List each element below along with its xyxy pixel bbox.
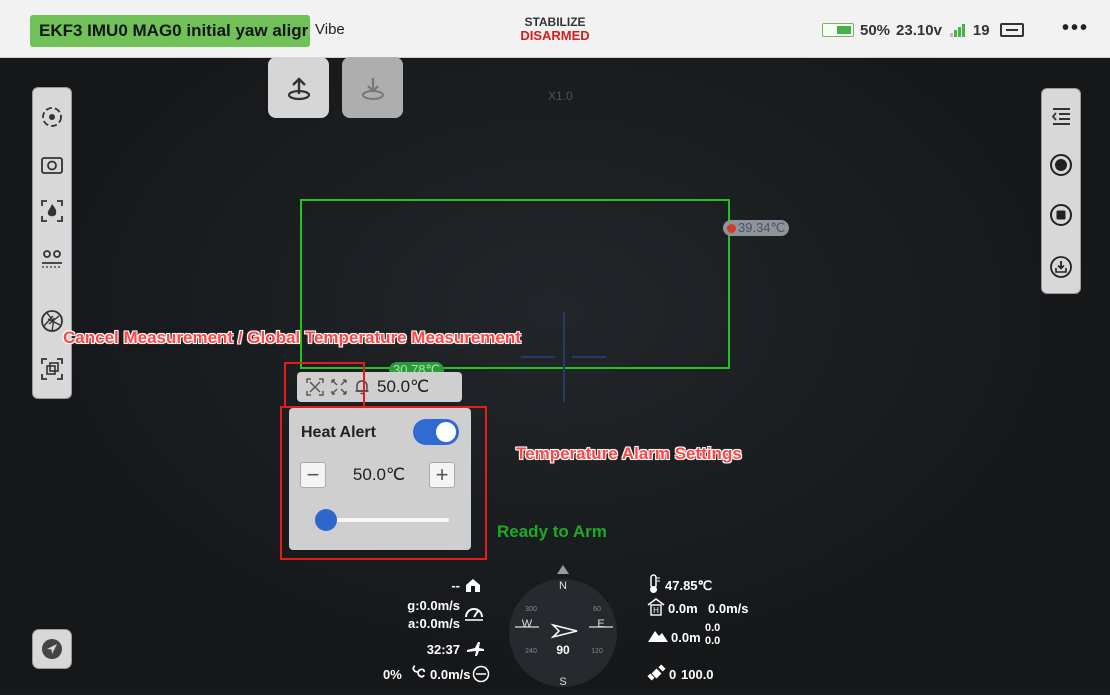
switch-camera-button[interactable] [37, 150, 67, 180]
ekf-alert-banner[interactable]: EKF3 IMU0 MAG0 initial yaw aligr [30, 15, 310, 47]
temperature-readout: 47.85℃ [665, 578, 713, 593]
altitude-bottom: 0.0 [705, 635, 721, 647]
mountain-icon [648, 631, 668, 642]
gps-sats-readout: 0 [669, 667, 677, 682]
stop-square-icon [1050, 204, 1072, 226]
compass-tick-300: 300 [525, 606, 537, 613]
takeoff-button[interactable] [268, 57, 329, 118]
compass-n: N [559, 580, 567, 592]
camera-switch-icon [41, 157, 63, 174]
navigation-arrow-icon [42, 639, 62, 659]
annotation-cancel-measurement: Cancel Measurement / Global Temperature … [63, 328, 521, 347]
ground-speed: g:0.0m/s [407, 598, 460, 613]
aperture-icon [41, 310, 63, 332]
fan-icon [412, 665, 426, 678]
height-icon: H [647, 598, 665, 616]
compass-tick-60: 60 [593, 606, 601, 613]
location-points-icon [42, 250, 62, 268]
land-button[interactable] [342, 57, 403, 118]
compass-tick-240: 240 [525, 648, 537, 655]
max-temp-value: 39.34℃ [738, 220, 786, 235]
land-icon [361, 77, 384, 100]
crosshair-left [521, 356, 555, 358]
air-speed: a:0.0m/s [407, 616, 460, 631]
record-video-button[interactable] [1046, 200, 1076, 230]
annotation-alarm-settings: Temperature Alarm Settings [516, 444, 742, 463]
crosshair-right [572, 356, 606, 358]
svg-text:H: H [653, 606, 659, 615]
max-temp-chip: 39.34℃ [723, 220, 790, 236]
zoom-level: X1.0 [548, 89, 573, 103]
satellite-icon [647, 664, 666, 681]
download-button[interactable] [1046, 252, 1076, 282]
region-measure-button[interactable] [37, 354, 67, 384]
climb-rate: 0.0m/s [430, 667, 471, 682]
compass-widget: N S W E 300 60 240 120 90 [509, 565, 617, 688]
temperature-points-button[interactable] [37, 243, 67, 273]
compass-e: E [597, 618, 604, 630]
altitude-top: 0.0 [705, 622, 721, 634]
thermal-mode-button[interactable] [37, 196, 67, 226]
compass-w: W [522, 618, 533, 630]
compass-s: S [559, 676, 566, 688]
thermometer-icon [650, 574, 660, 593]
compass-tick-120: 120 [591, 648, 603, 655]
navigation-button[interactable] [32, 629, 72, 669]
altitude-readout: 0.0m [671, 630, 701, 645]
download-icon [1050, 256, 1072, 278]
flame-icon [41, 200, 63, 222]
capture-photo-button[interactable] [1046, 150, 1076, 180]
collapse-panel-button[interactable] [1046, 101, 1076, 131]
top-status-bar: EKF3 IMU0 MAG0 initial yaw aligr Vibe ST… [0, 0, 1110, 58]
max-temp-marker-icon [727, 224, 736, 233]
annotation-box-cancel [284, 362, 365, 408]
airplane-icon [467, 642, 484, 656]
takeoff-icon [287, 76, 310, 100]
record-dot-icon [1050, 154, 1072, 176]
compass-heading: 90 [556, 643, 570, 657]
home-distance: -- [451, 578, 460, 593]
vario-icon [472, 665, 490, 683]
flight-mode-label: STABILIZE [524, 15, 586, 29]
alarm-temp-value: 50.0℃ [377, 377, 430, 396]
flight-time: 32:37 [426, 642, 460, 657]
flight-mode[interactable]: STABILIZE DISARMED [480, 15, 630, 43]
throttle-percent: 0% [383, 667, 402, 682]
annotation-box-alarm [280, 406, 487, 560]
battery-voltage: 23.10v [896, 21, 942, 39]
right-status-group: 50% 23.10v 19 [822, 20, 1024, 40]
home-icon [466, 579, 480, 592]
speedometer-icon [465, 608, 483, 621]
vertical-speed-readout: 0.0m/s [708, 601, 749, 616]
battery-percent: 50% [860, 21, 891, 39]
menu-collapse-icon [1051, 108, 1070, 125]
heading-pointer-icon [557, 565, 569, 574]
ready-status: Ready to Arm [497, 522, 607, 541]
more-menu-icon[interactable]: ••• [1062, 17, 1089, 40]
signal-icon [949, 23, 968, 37]
battery-icon [822, 23, 854, 37]
vibe-indicator[interactable]: Vibe [315, 21, 345, 38]
gimbal-center-icon [42, 107, 62, 127]
arm-state-label: DISARMED [520, 28, 590, 43]
crosshair-vertical [563, 312, 565, 402]
height-readout: 0.0m [668, 601, 698, 616]
gps-hdop-readout: 100.0 [681, 667, 714, 682]
gimbal-center-button[interactable] [37, 102, 67, 132]
region-select-icon [41, 358, 63, 380]
satellite-count: 19 [972, 21, 990, 39]
remote-control-icon[interactable] [999, 23, 1024, 37]
